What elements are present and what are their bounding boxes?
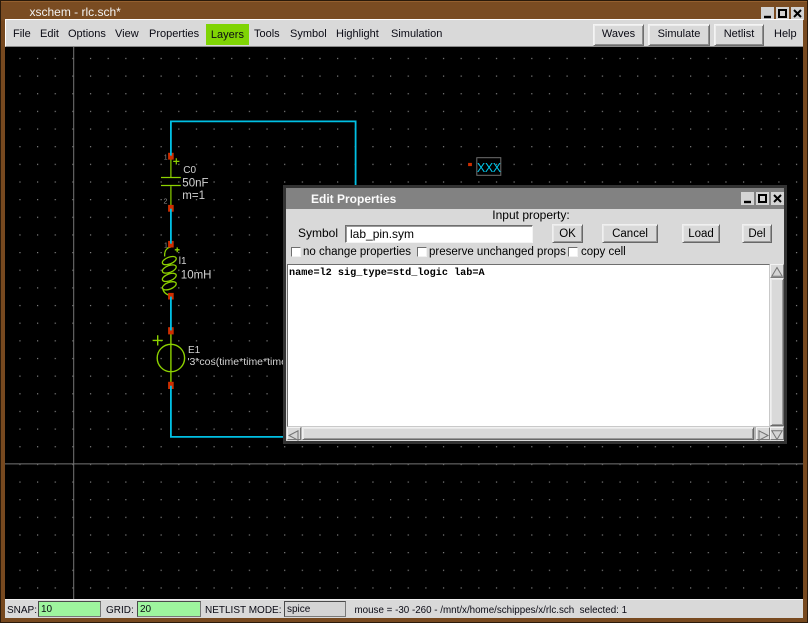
svg-text:'3*cos(time*time*time*: '3*cos(time*time*time* [188, 356, 292, 368]
svg-text:1: 1 [164, 155, 168, 162]
svg-text:C0: C0 [183, 165, 196, 176]
svg-text:10mH: 10mH [181, 270, 212, 282]
svg-text:1: 1 [164, 243, 168, 250]
svg-text:2: 2 [164, 199, 168, 206]
svg-text:l1: l1 [179, 256, 187, 267]
svg-text:E1: E1 [188, 345, 201, 356]
svg-text:50nF: 50nF [182, 177, 208, 189]
svg-text:XXX: XXX [477, 161, 502, 175]
svg-text:m=1: m=1 [182, 190, 205, 202]
